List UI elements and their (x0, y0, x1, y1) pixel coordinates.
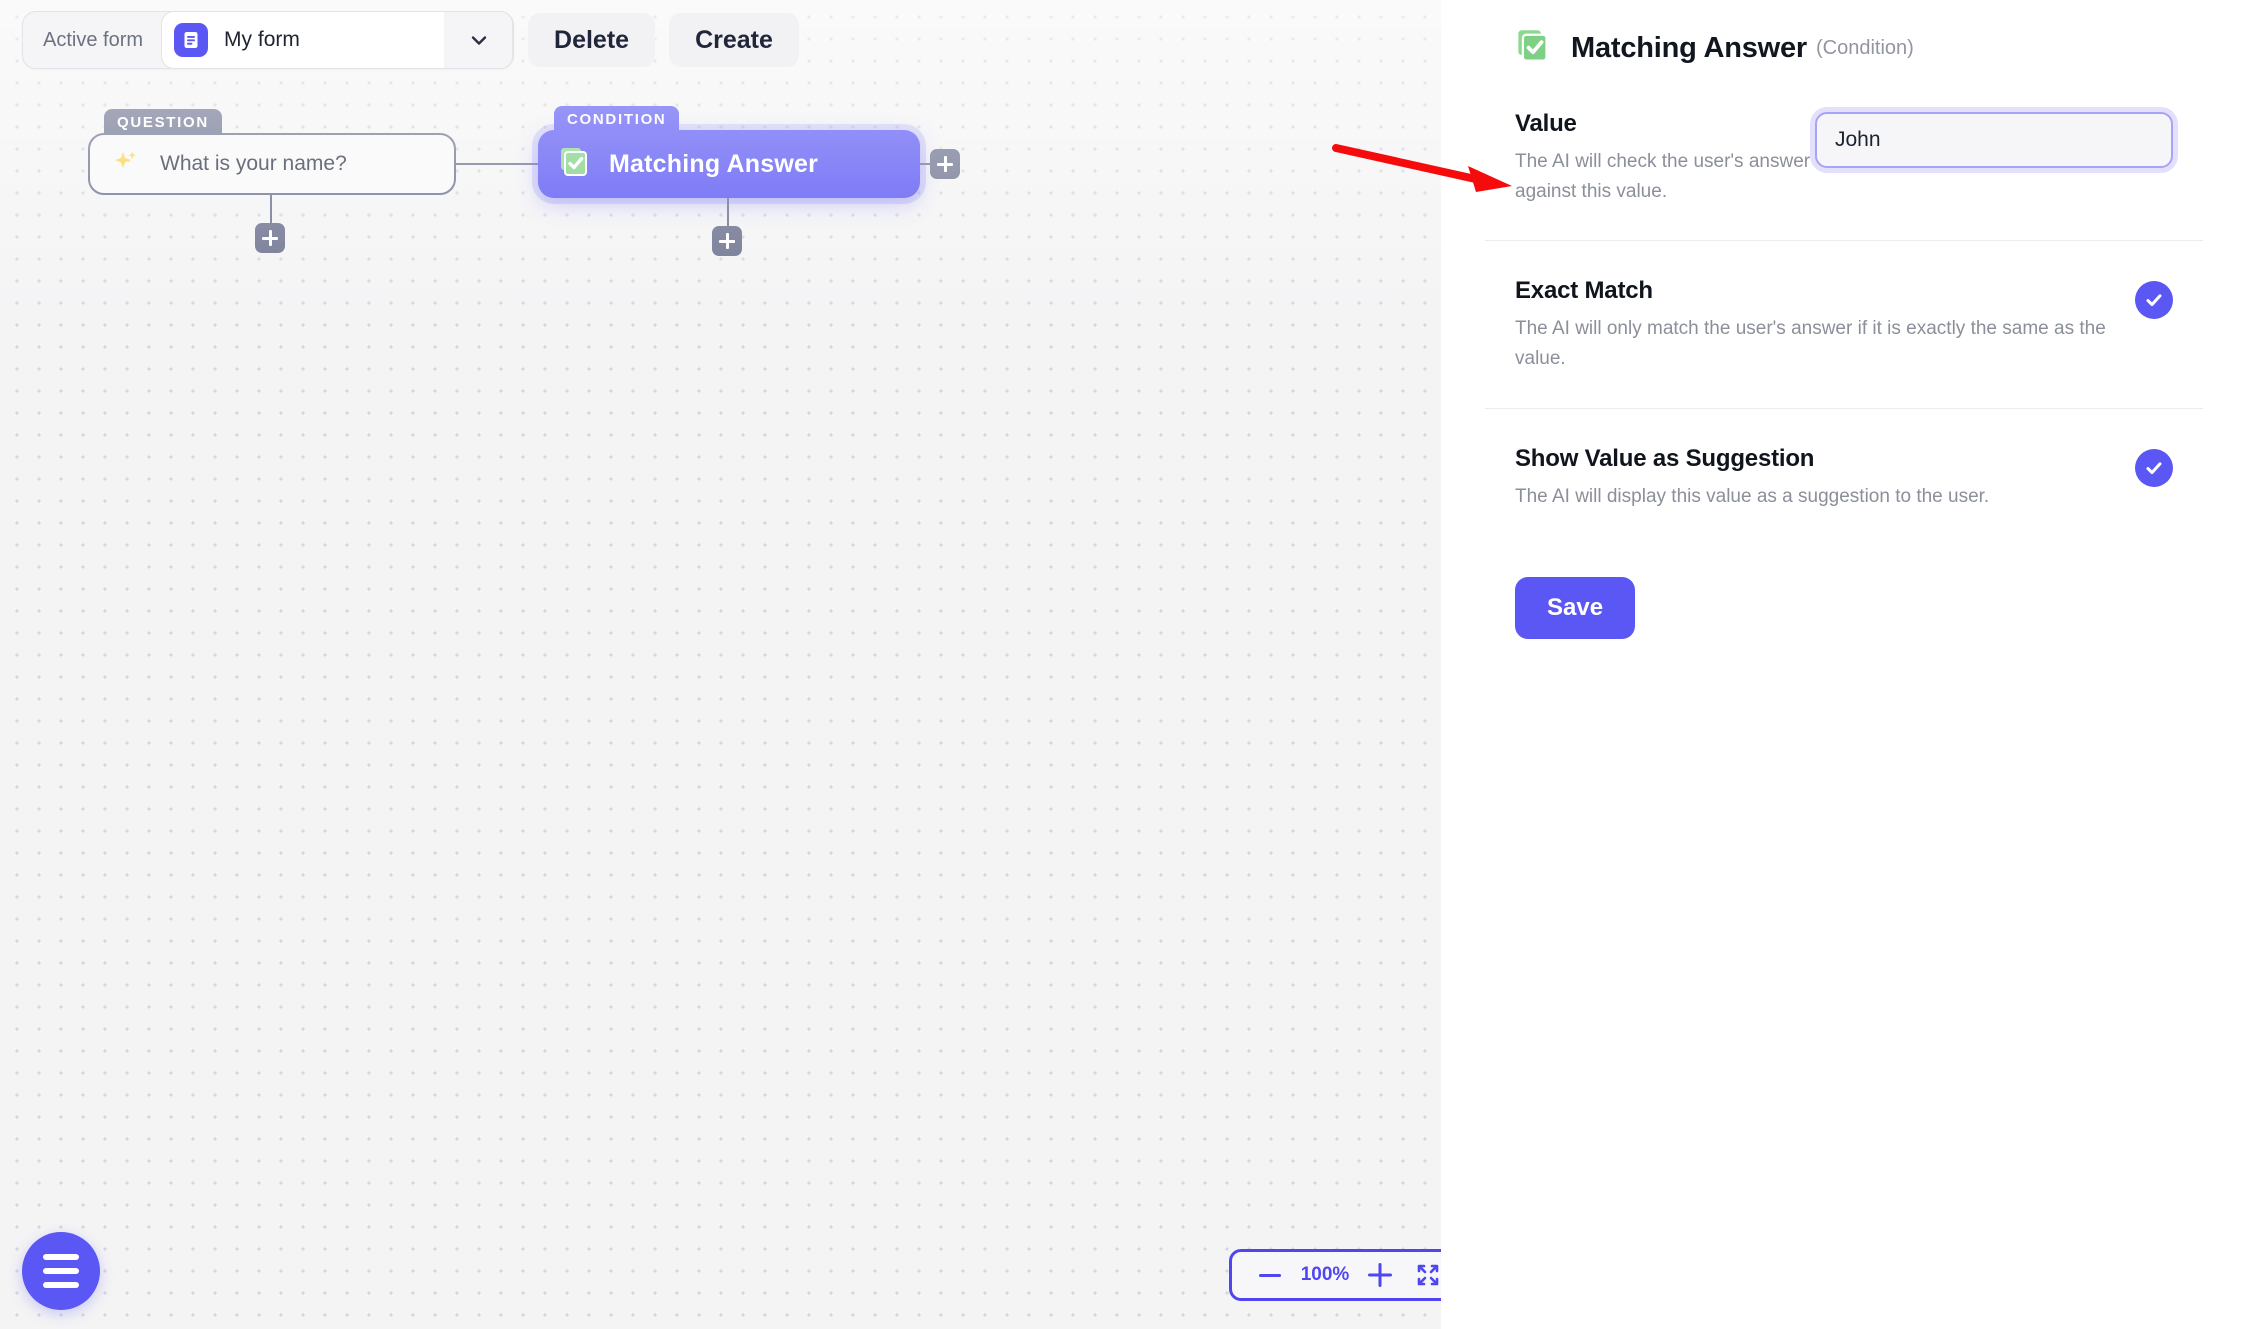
row-exact-match: Exact Match The AI will only match the u… (1515, 241, 2173, 407)
node-badge-condition: CONDITION (554, 106, 680, 132)
exact-match-label: Exact Match (1515, 277, 1653, 305)
checklist-check-icon (558, 146, 590, 183)
node-badge-question: QUESTION (104, 109, 222, 135)
create-form-button[interactable]: Create (669, 13, 799, 67)
check-icon (2146, 461, 2162, 474)
row-exact-match-text: Exact Match The AI will only match the u… (1515, 277, 2135, 373)
question-node-body[interactable]: What is your name? (88, 133, 456, 195)
sparkles-icon (112, 148, 140, 181)
app-root: QUESTION What is your name? CONDITION Ma… (0, 0, 2247, 1329)
row-value-text: Value The AI will check the user's answe… (1515, 110, 1815, 206)
condition-node-body[interactable]: Matching Answer (538, 130, 920, 198)
hamburger-menu-icon-bar-1 (43, 1254, 79, 1260)
section-exact-match: Exact Match The AI will only match the u… (1485, 240, 2203, 407)
minus-icon (1259, 1273, 1281, 1277)
panel-subtitle: (Condition) (1816, 36, 1914, 59)
zoom-controls[interactable]: 100% (1229, 1249, 1441, 1301)
form-name-value: My form (224, 28, 300, 51)
properties-panel: Matching Answer (Condition) Value The AI… (1441, 0, 2247, 1329)
fit-view-button[interactable] (1404, 1253, 1441, 1297)
condition-node-title: Matching Answer (609, 149, 819, 178)
show-value-label: Show Value as Suggestion (1515, 444, 1815, 472)
panel-header: Matching Answer (Condition) (1485, 0, 2203, 74)
show-value-toggle[interactable] (2135, 448, 2173, 487)
value-label: Value (1515, 110, 1577, 137)
row-show-value-text: Show Value as Suggestion The AI will dis… (1515, 445, 1989, 512)
edge-question-to-condition (456, 163, 540, 165)
show-value-description: The AI will display this value as a sugg… (1515, 485, 1990, 507)
panel-title: Matching Answer (1571, 31, 1808, 64)
add-node-below-question-button[interactable] (255, 223, 285, 253)
row-show-value-as-suggestion: Show Value as Suggestion The AI will dis… (1515, 409, 2173, 546)
hamburger-menu-icon-bar-2 (43, 1268, 79, 1274)
checklist-check-icon (1515, 28, 1551, 69)
value-input[interactable] (1815, 112, 2173, 168)
form-select-dropdown[interactable]: My form (161, 11, 514, 69)
top-toolbar: Active form My form Delete Create (22, 11, 799, 69)
hamburger-menu-button[interactable] (22, 1232, 100, 1310)
zoom-out-button[interactable] (1246, 1253, 1294, 1297)
flow-canvas[interactable]: QUESTION What is your name? CONDITION Ma… (0, 0, 1441, 1329)
flow-node-question[interactable]: QUESTION What is your name? (88, 109, 456, 253)
add-node-below-condition-button[interactable] (712, 226, 742, 256)
hamburger-menu-icon-bar-3 (43, 1282, 79, 1288)
zoom-in-button[interactable] (1356, 1253, 1404, 1297)
value-description: The AI will check the user's answer agai… (1515, 151, 1811, 202)
zoom-level-value: 100% (1300, 1264, 1350, 1285)
plus-icon (1368, 1263, 1392, 1287)
panel-footer: Save (1485, 545, 2203, 640)
exact-match-description: The AI will only match the user's answer… (1515, 318, 2106, 369)
delete-form-button[interactable]: Delete (528, 13, 656, 67)
question-node-title: What is your name? (160, 152, 347, 175)
fit-screen-icon (1417, 1264, 1439, 1286)
add-node-after-condition-button[interactable] (930, 149, 960, 179)
edge-condition-bottom (727, 198, 729, 228)
flow-node-condition[interactable]: CONDITION Matching Answer (538, 106, 960, 256)
section-value: Value The AI will check the user's answe… (1485, 74, 2203, 240)
active-form-group: Active form My form (22, 11, 515, 69)
active-form-label: Active form (43, 28, 144, 51)
chevron-down-icon[interactable] (444, 12, 513, 68)
row-value: Value The AI will check the user's answe… (1515, 74, 2173, 240)
save-button[interactable]: Save (1515, 577, 1636, 640)
check-icon (2146, 294, 2162, 307)
edge-question-bottom (270, 195, 272, 225)
exact-match-toggle[interactable] (2135, 281, 2173, 320)
document-icon (174, 23, 209, 57)
section-show-value-as-suggestion: Show Value as Suggestion The AI will dis… (1485, 407, 2203, 546)
